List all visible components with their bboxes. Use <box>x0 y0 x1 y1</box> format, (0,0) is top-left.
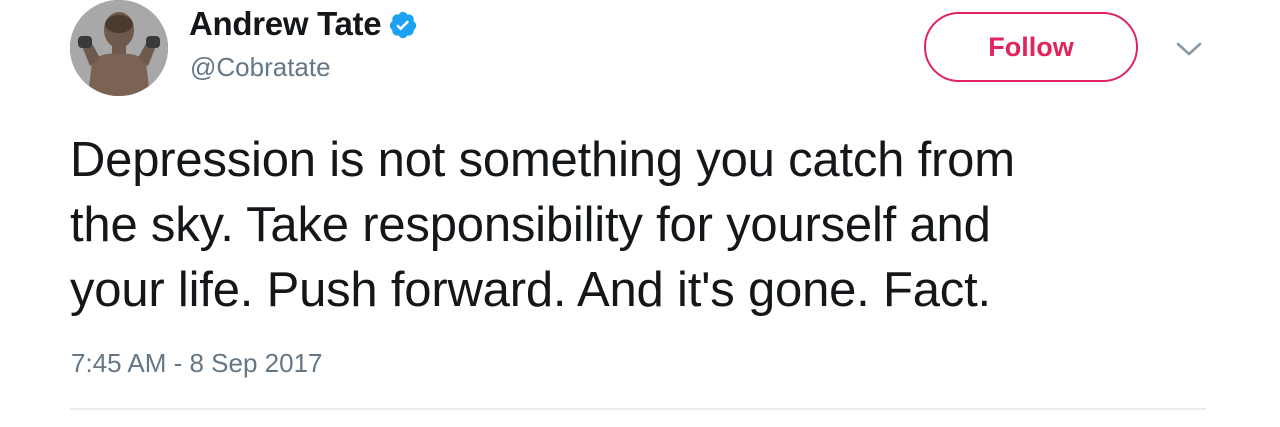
divider <box>70 408 1206 410</box>
verified-badge-icon <box>390 11 417 39</box>
author-handle[interactable]: @Cobratate <box>190 52 331 82</box>
chevron-down-icon[interactable] <box>1174 38 1204 60</box>
follow-button[interactable]: Follow <box>924 12 1138 82</box>
avatar-image <box>70 0 168 96</box>
tweet-text-line: Depression is not something you catch fr… <box>70 133 1015 187</box>
avatar[interactable] <box>70 0 168 96</box>
tweet-text-line: the sky. Take responsibility for yoursel… <box>70 198 991 252</box>
author-name-row: Andrew Tate <box>189 4 418 44</box>
tweet-text-line: your life. Push forward. And it's gone. … <box>70 263 991 317</box>
tweet-timestamp[interactable]: 7:45 AM - 8 Sep 2017 <box>71 346 323 380</box>
display-name[interactable]: Andrew Tate <box>189 4 382 44</box>
tweet-text: Depression is not something you catch fr… <box>70 128 1220 323</box>
tweet-card: Andrew Tate @Cobratate Follow Depression… <box>0 0 1280 427</box>
